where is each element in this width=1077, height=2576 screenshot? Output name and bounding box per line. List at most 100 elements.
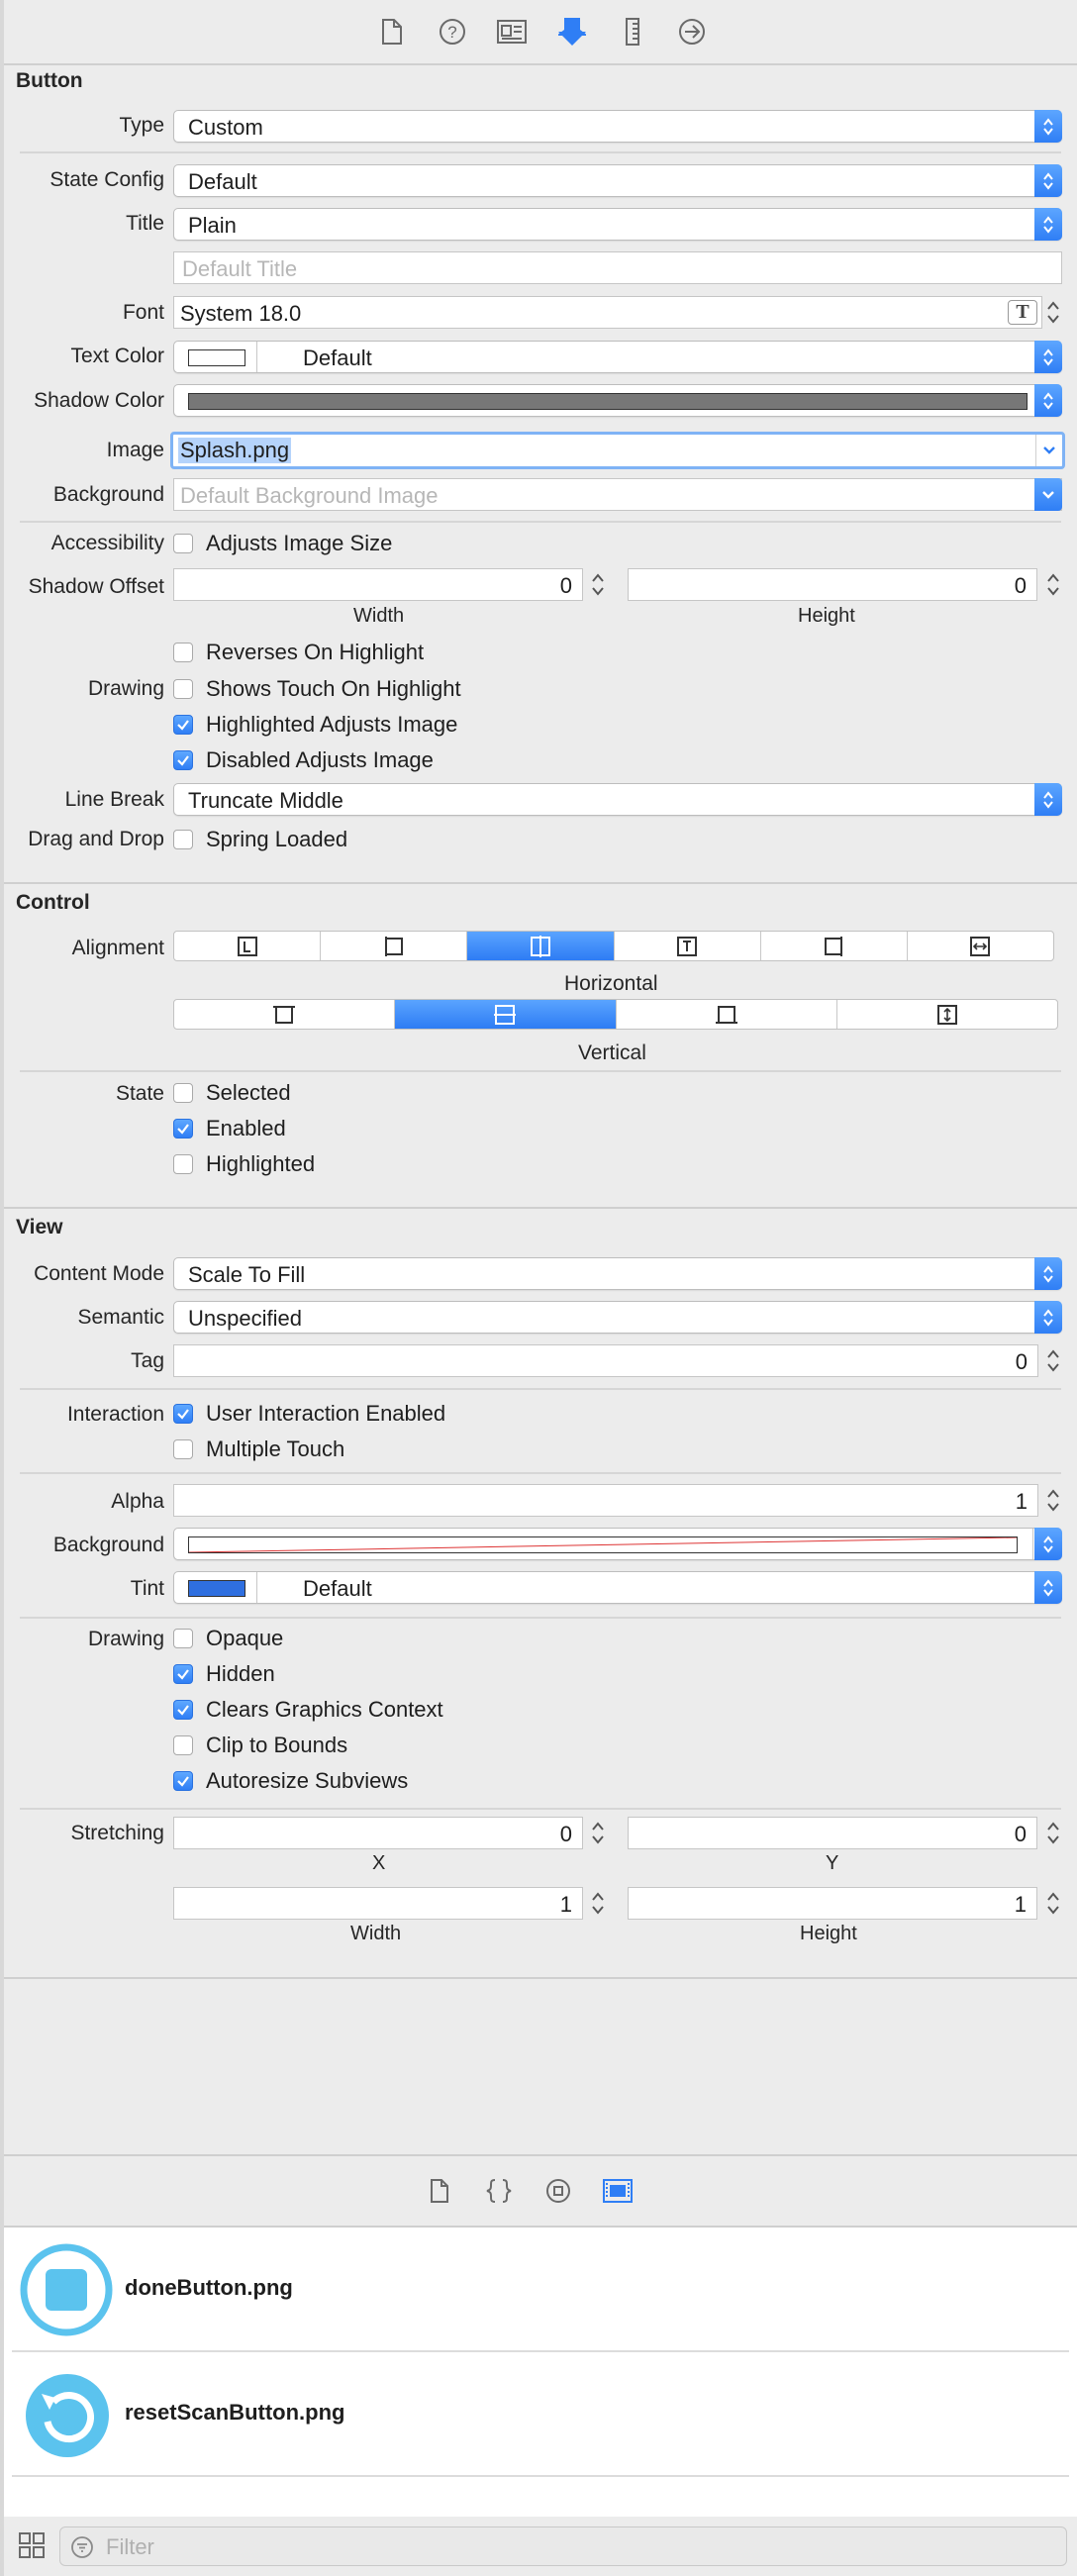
clears-graphics-context-checkbox[interactable]: Clears Graphics Context (173, 1695, 443, 1725)
default-title-field[interactable]: Default Title (173, 251, 1062, 284)
vertical-alignment-control[interactable] (173, 999, 1058, 1030)
checkmark-icon[interactable] (173, 1700, 193, 1720)
font-field[interactable]: System 18.0 T (173, 296, 1042, 329)
checkmark-icon[interactable] (173, 715, 193, 735)
checkmark-icon[interactable] (173, 1664, 193, 1684)
checkmark-icon[interactable] (173, 1119, 193, 1139)
file-inspector-icon[interactable] (374, 14, 410, 50)
checkbox[interactable] (173, 1439, 193, 1459)
checkbox[interactable] (173, 830, 193, 849)
list-item[interactable]: resetScanButton.png (4, 2352, 1077, 2477)
state-config-popup[interactable]: Default (173, 164, 1062, 197)
stepper-icon[interactable] (1045, 296, 1061, 329)
text-color-popup[interactable]: Default (173, 341, 1062, 373)
popup-arrows-icon (1034, 384, 1062, 417)
stretching-height-field[interactable]: 1 (628, 1887, 1037, 1920)
highlighted-adjusts-image-checkbox[interactable]: Highlighted Adjusts Image (173, 710, 457, 740)
align-top-icon[interactable] (174, 1000, 396, 1029)
popup-arrows-icon (1034, 1528, 1062, 1560)
user-interaction-enabled-checkbox[interactable]: User Interaction Enabled (173, 1399, 445, 1429)
grid-view-icon[interactable] (18, 2531, 48, 2561)
stepper-icon[interactable] (1045, 1887, 1061, 1920)
align-fill-horizontal-icon[interactable] (908, 932, 1053, 960)
checkmark-icon[interactable] (173, 750, 193, 770)
attributes-inspector-icon[interactable] (554, 14, 590, 50)
library-list-empty (4, 2477, 1077, 2517)
font-picker-icon[interactable]: T (1008, 300, 1037, 325)
selected-checkbox[interactable]: Selected (173, 1078, 291, 1108)
stepper-icon[interactable] (1045, 1817, 1061, 1849)
stretching-width-field[interactable]: 1 (173, 1887, 583, 1920)
list-item[interactable]: doneButton.png (4, 2228, 1077, 2352)
align-bottom-icon[interactable] (617, 1000, 837, 1029)
stepper-icon[interactable] (1045, 1484, 1061, 1517)
hidden-checkbox[interactable]: Hidden (173, 1659, 275, 1689)
shadow-offset-width-field[interactable]: 0 (173, 568, 583, 601)
align-fill-vertical-icon[interactable] (837, 1000, 1057, 1029)
alpha-field[interactable]: 1 (173, 1484, 1038, 1517)
tag-field[interactable]: 0 (173, 1344, 1038, 1377)
help-icon[interactable]: ? (435, 14, 470, 50)
shadow-offset-height-field[interactable]: 0 (628, 568, 1037, 601)
semantic-popup[interactable]: Unspecified (173, 1301, 1062, 1334)
title-popup[interactable]: Plain (173, 208, 1062, 241)
align-trailing-text-icon[interactable] (615, 932, 761, 960)
disabled-adjusts-image-checkbox[interactable]: Disabled Adjusts Image (173, 745, 434, 775)
stretching-y-field[interactable]: 0 (628, 1817, 1037, 1849)
checkbox[interactable] (173, 1154, 193, 1174)
view-background-popup[interactable] (173, 1528, 1062, 1560)
chevron-down-icon[interactable] (1034, 478, 1062, 511)
checkbox[interactable] (173, 1629, 193, 1648)
content-mode-popup[interactable]: Scale To Fill (173, 1257, 1062, 1290)
object-library-icon[interactable] (540, 2173, 576, 2209)
media-library-icon[interactable] (600, 2173, 636, 2209)
background-image-combo[interactable]: Default Background Image (173, 478, 1062, 511)
image-combo-field[interactable]: Splash.png (170, 432, 1065, 469)
highlighted-checkbox[interactable]: Highlighted (173, 1149, 315, 1179)
popup-arrows-icon (1034, 164, 1062, 197)
align-center-vertical-icon[interactable] (395, 1000, 617, 1029)
spring-loaded-checkbox[interactable]: Spring Loaded (173, 825, 347, 854)
line-break-popup[interactable]: Truncate Middle (173, 783, 1062, 816)
stepper-icon[interactable] (590, 568, 606, 601)
checkbox[interactable] (173, 679, 193, 699)
stepper-icon[interactable] (1045, 568, 1061, 601)
checkmark-icon[interactable] (173, 1771, 193, 1791)
tint-popup[interactable]: Default (173, 1571, 1062, 1604)
view-drawing-label: Drawing (87, 1628, 164, 1650)
multiple-touch-checkbox[interactable]: Multiple Touch (173, 1435, 344, 1464)
checkmark-icon[interactable] (173, 1404, 193, 1424)
opaque-checkbox[interactable]: Opaque (173, 1624, 283, 1653)
align-leading-icon[interactable] (174, 932, 322, 960)
clip-to-bounds-checkbox[interactable]: Clip to Bounds (173, 1731, 347, 1760)
identity-inspector-icon[interactable] (494, 14, 530, 50)
filter-field[interactable]: Filter (59, 2526, 1067, 2566)
align-right-icon[interactable] (761, 932, 908, 960)
size-inspector-icon[interactable] (615, 14, 650, 50)
stepper-icon[interactable] (590, 1887, 606, 1920)
checkbox[interactable] (173, 1083, 193, 1103)
checkbox[interactable] (173, 643, 193, 662)
reverses-on-highlight-checkbox[interactable]: Reverses On Highlight (173, 638, 424, 667)
section-title-button: Button (16, 69, 83, 92)
enabled-checkbox[interactable]: Enabled (173, 1114, 286, 1143)
shows-touch-on-highlight-checkbox[interactable]: Shows Touch On Highlight (173, 674, 461, 704)
horizontal-alignment-control[interactable] (173, 931, 1054, 961)
align-left-icon[interactable] (321, 932, 468, 960)
shadow-color-popup[interactable] (173, 384, 1062, 417)
adjusts-image-size-checkbox[interactable]: Adjusts Image Size (173, 529, 392, 558)
type-popup[interactable]: Custom (173, 110, 1062, 143)
stepper-icon[interactable] (1045, 1344, 1061, 1377)
stepper-icon[interactable] (590, 1817, 606, 1849)
chevron-down-icon[interactable] (1035, 435, 1062, 466)
code-snippet-library-icon[interactable] (481, 2173, 517, 2209)
file-template-library-icon[interactable] (422, 2173, 457, 2209)
checkbox[interactable] (173, 534, 193, 553)
checkbox[interactable] (173, 1735, 193, 1755)
autoresize-subviews-checkbox[interactable]: Autoresize Subviews (173, 1766, 408, 1796)
align-center-horizontal-icon[interactable] (467, 932, 615, 960)
filter-icon (70, 2535, 94, 2564)
stretching-x-field[interactable]: 0 (173, 1817, 583, 1849)
accessibility-label: Accessibility (50, 532, 164, 554)
connections-inspector-icon[interactable] (674, 14, 710, 50)
